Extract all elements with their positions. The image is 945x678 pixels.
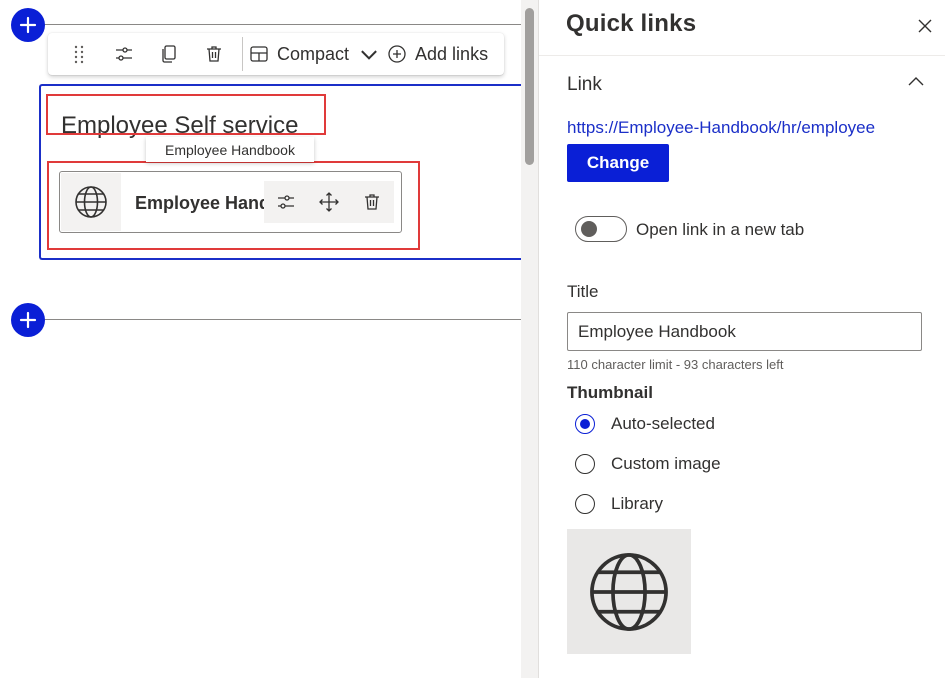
pane-header: Quick links: [539, 0, 945, 56]
duplicate-icon: [161, 45, 176, 63]
thumbnail-preview: [567, 529, 691, 654]
property-pane: Quick links Link https://Employee-Handbo…: [538, 0, 945, 678]
link-tooltip: Employee Handbook: [146, 137, 314, 162]
page-canvas: Compact Add links Employee Self service …: [0, 0, 529, 678]
radio-library[interactable]: Library: [575, 491, 663, 517]
radio-label: Auto-selected: [611, 414, 715, 433]
toggle-knob: [581, 221, 597, 237]
edit-properties-button[interactable]: [101, 33, 146, 75]
radio-auto-selected[interactable]: Auto-selected: [575, 411, 715, 437]
link-highlight-box: [47, 161, 420, 250]
add-links-button[interactable]: Add links: [387, 33, 488, 75]
delete-icon: [206, 46, 221, 62]
layout-icon: [250, 46, 268, 62]
drag-handle-icon: [74, 45, 83, 64]
add-circle-icon: [388, 45, 406, 63]
add-section-button-bottom[interactable]: [11, 303, 45, 337]
plus-icon: [19, 311, 37, 329]
radio-label: Custom image: [611, 454, 721, 473]
drag-handle-button[interactable]: [56, 33, 101, 75]
title-highlight-box: [46, 94, 326, 135]
change-link-button[interactable]: Change: [567, 144, 669, 182]
character-limit-hint: 110 character limit - 93 characters left: [567, 357, 784, 372]
layout-dropdown[interactable]: Compact: [249, 33, 387, 75]
link-section-header[interactable]: Link: [567, 74, 602, 96]
canvas-scrollbar[interactable]: [521, 0, 538, 678]
close-icon: [918, 19, 932, 33]
new-tab-toggle[interactable]: [575, 216, 627, 242]
section-divider-top: [28, 24, 521, 25]
link-url[interactable]: https://Employee-Handbook/hr/employee: [567, 118, 875, 138]
thumbnail-label: Thumbnail: [567, 383, 653, 402]
pane-title: Quick links: [566, 10, 697, 37]
webpart-toolbar: Compact Add links: [48, 33, 504, 75]
add-links-label: Add links: [415, 43, 489, 64]
radio-button[interactable]: [575, 494, 595, 514]
chevron-up-icon[interactable]: [905, 74, 927, 90]
globe-icon: [590, 552, 668, 631]
title-input[interactable]: [567, 312, 922, 351]
radio-custom-image[interactable]: Custom image: [575, 451, 721, 477]
title-field-label: Title: [567, 282, 599, 301]
scrollbar-thumb[interactable]: [525, 8, 534, 165]
new-tab-toggle-label: Open link in a new tab: [636, 220, 805, 239]
section-divider-bottom: [28, 319, 521, 320]
add-section-button-top[interactable]: [11, 8, 45, 42]
layout-dropdown-label: Compact: [277, 43, 350, 64]
chevron-down-icon: [361, 50, 377, 60]
duplicate-button[interactable]: [146, 33, 191, 75]
radio-label: Library: [611, 494, 663, 513]
radio-button[interactable]: [575, 414, 595, 434]
delete-webpart-button[interactable]: [191, 33, 236, 75]
settings-sliders-icon: [115, 47, 132, 61]
radio-button[interactable]: [575, 454, 595, 474]
toolbar-separator: [242, 37, 243, 71]
close-pane-button[interactable]: [913, 14, 937, 38]
plus-icon: [19, 16, 37, 34]
